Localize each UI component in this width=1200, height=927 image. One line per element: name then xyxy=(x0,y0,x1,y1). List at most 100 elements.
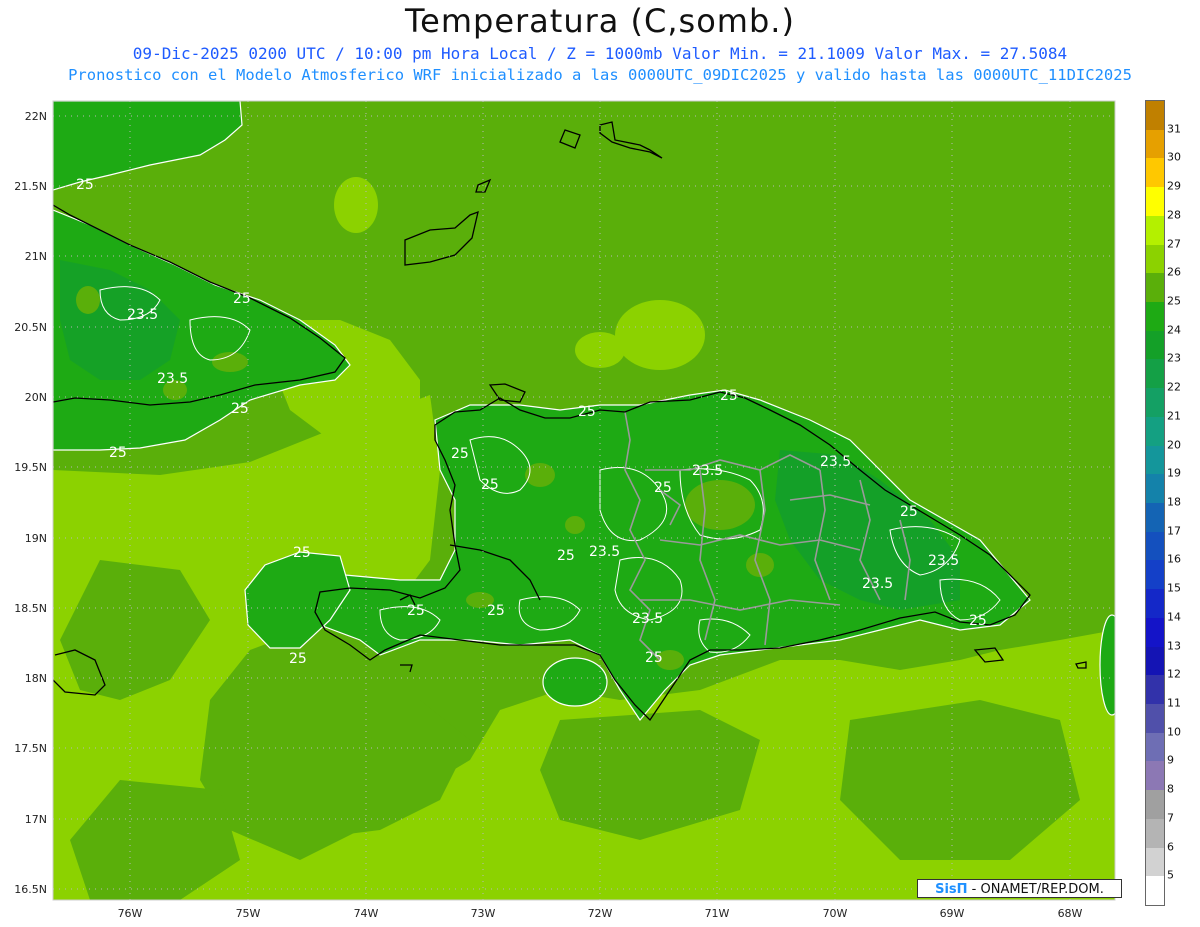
colorbar-cell xyxy=(1146,790,1164,820)
colorbar-cell xyxy=(1146,531,1164,561)
lat-label: 20.5N xyxy=(14,321,47,334)
colorbar-cell xyxy=(1146,330,1164,360)
contour-label: 25 xyxy=(969,613,987,629)
colorbar-label: 30 xyxy=(1167,150,1181,164)
lat-label: 18.5N xyxy=(14,602,47,615)
lat-label: 21N xyxy=(25,250,47,263)
colorbar-cell xyxy=(1146,704,1164,734)
credit-box: SisΠ - ONAMET/REP.DOM. xyxy=(917,879,1122,898)
contour-label: 25 xyxy=(407,603,425,619)
colorbar-cell xyxy=(1146,302,1164,332)
contour-label: 25 xyxy=(900,504,918,520)
colorbar-label: 6 xyxy=(1167,840,1174,854)
field-cuba-warm-2 xyxy=(212,352,248,372)
colorbar-label: 12 xyxy=(1167,667,1181,681)
colorbar-label: 8 xyxy=(1167,782,1174,796)
colorbar-label: 18 xyxy=(1167,495,1181,509)
lat-label: 16.5N xyxy=(14,883,47,896)
colorbar-cell xyxy=(1146,273,1164,303)
contour-label: 23.5 xyxy=(692,463,723,479)
colorbar-label: 15 xyxy=(1167,581,1181,595)
field-south-isle-24 xyxy=(542,657,608,707)
colorbar-cell xyxy=(1146,675,1164,705)
lon-label: 76W xyxy=(118,907,143,920)
lat-label: 17N xyxy=(25,813,47,826)
lat-label: 22N xyxy=(25,110,47,123)
colorbar-label: 11 xyxy=(1167,696,1181,710)
colorbar-label: 10 xyxy=(1167,725,1181,739)
lon-label: 72W xyxy=(588,907,613,920)
contour-label: 23.5 xyxy=(157,371,188,387)
contour-label: 25 xyxy=(293,545,311,561)
colorbar-label: 20 xyxy=(1167,438,1181,452)
colorbar-cell xyxy=(1146,215,1164,246)
colorbar-label: 29 xyxy=(1167,179,1181,193)
contour-label: 25 xyxy=(654,480,672,496)
colorbar-label: 14 xyxy=(1167,610,1181,624)
lat-axis: 22N 21.5N 21N 20.5N 20N 19.5N 19N 18.5N … xyxy=(14,110,47,896)
lon-label: 75W xyxy=(236,907,261,920)
weather-map: 25 25 23.5 23.5 25 25 25 25 25 25 23.5 2… xyxy=(14,100,1116,920)
contour-label: 25 xyxy=(451,446,469,462)
colorbar-cell xyxy=(1146,617,1164,648)
colorbar-cell xyxy=(1146,388,1164,418)
colorbar-cell xyxy=(1146,818,1164,849)
colorbar-cell xyxy=(1146,359,1164,389)
colorbar-label: 13 xyxy=(1167,639,1181,653)
colorbar-label: 23 xyxy=(1167,351,1181,365)
colorbar-label: 17 xyxy=(1167,524,1181,538)
lon-label: 70W xyxy=(823,907,848,920)
colorbar-cell xyxy=(1146,474,1164,504)
field-warm-blob-b xyxy=(615,300,705,370)
lon-label: 74W xyxy=(354,907,379,920)
contour-label: 23.5 xyxy=(127,307,158,323)
colorbar-cell xyxy=(1146,761,1164,791)
colorbar-label: 16 xyxy=(1167,552,1181,566)
contour-label: 25 xyxy=(481,477,499,493)
colorbar-cell xyxy=(1146,876,1164,906)
lon-label: 73W xyxy=(471,907,496,920)
colorbar-cell xyxy=(1146,589,1164,619)
contour-label: 25 xyxy=(289,651,307,667)
contour-label: 25 xyxy=(487,603,505,619)
lon-label: 71W xyxy=(705,907,730,920)
lon-label: 68W xyxy=(1058,907,1083,920)
contour-label: 25 xyxy=(578,404,596,420)
colorbar-cell xyxy=(1146,158,1164,188)
contour-label: 25 xyxy=(76,177,94,193)
field-cuba-warm-1 xyxy=(76,286,100,314)
credit-brand: SisΠ xyxy=(935,882,968,897)
contour-label: 23.5 xyxy=(589,544,620,560)
map-field: 25 25 23.5 23.5 25 25 25 25 25 25 23.5 2… xyxy=(53,101,1115,900)
colorbar-label: 9 xyxy=(1167,753,1174,767)
contour-label: 25 xyxy=(231,401,249,417)
colorbar-label: 21 xyxy=(1167,409,1181,423)
contour-label: 23.5 xyxy=(820,454,851,470)
colorbar-label: 5 xyxy=(1167,868,1174,882)
colorbar-label: 26 xyxy=(1167,265,1181,279)
lat-label: 18N xyxy=(25,672,47,685)
contour-label: 23.5 xyxy=(632,611,663,627)
colorbar-cell xyxy=(1146,101,1164,131)
lon-label: 69W xyxy=(940,907,965,920)
colorbar-label: 27 xyxy=(1167,237,1181,251)
lon-axis: 76W 75W 74W 73W 72W 71W 70W 69W 68W xyxy=(118,907,1083,920)
colorbar-label: 31 xyxy=(1167,122,1181,136)
colorbar-label: 19 xyxy=(1167,466,1181,480)
colorbar-cell xyxy=(1146,129,1164,159)
colorbar-cell xyxy=(1146,732,1164,762)
colorbar-cell xyxy=(1146,244,1164,274)
field-warm-blob-c xyxy=(575,332,625,368)
colorbar-label: 7 xyxy=(1167,811,1174,825)
colorbar xyxy=(1145,100,1165,906)
colorbar-label: 24 xyxy=(1167,323,1181,337)
contour-label: 23.5 xyxy=(928,553,959,569)
credit-text: - ONAMET/REP.DOM. xyxy=(971,882,1104,897)
lat-label: 21.5N xyxy=(14,180,47,193)
lat-label: 19.5N xyxy=(14,461,47,474)
colorbar-cell xyxy=(1146,560,1164,590)
colorbar-cell xyxy=(1146,503,1164,533)
field-hispaniola-warm-1 xyxy=(685,480,755,530)
colorbar-cell xyxy=(1146,646,1164,676)
colorbar-cell xyxy=(1146,445,1164,475)
